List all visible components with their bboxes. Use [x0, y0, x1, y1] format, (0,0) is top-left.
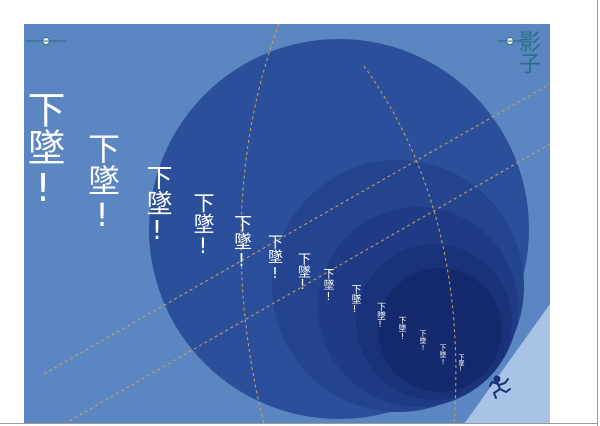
- page-edge-right: [597, 0, 598, 426]
- fall-text-2: 下墜!: [83, 132, 121, 234]
- fall-text-5: 下墜!: [231, 214, 252, 271]
- circle-small: [378, 268, 502, 392]
- fall-text-6: 下墜!: [266, 234, 284, 282]
- page-edge-bottom: [0, 423, 598, 424]
- fall-text-1: 下墜!: [24, 90, 65, 210]
- fall-text-7: 下墜!: [295, 252, 310, 293]
- fall-text-13: 下墜!: [439, 344, 447, 366]
- target-marker-icon: [26, 37, 66, 45]
- fall-text-3: 下墜!: [142, 164, 172, 246]
- poster-title: 影子: [515, 30, 540, 74]
- fall-text-10: 下墜!: [375, 302, 385, 330]
- fall-text-9: 下墜!: [349, 284, 360, 315]
- poster-artwork: 下墜! 下墜! 下墜! 下墜! 下墜! 下墜! 下墜! 下墜! 下墜! 下墜! …: [24, 24, 550, 424]
- poster-page: 下墜! 下墜! 下墜! 下墜! 下墜! 下墜! 下墜! 下墜! 下墜! 下墜! …: [0, 0, 600, 426]
- falling-figure-icon: [489, 375, 511, 399]
- fall-text-14: 下墜!: [457, 354, 464, 373]
- fall-text-12: 下墜!: [419, 330, 427, 352]
- fall-text-4: 下墜!: [191, 192, 215, 258]
- fall-text-11: 下墜!: [398, 316, 407, 341]
- fall-text-8: 下墜!: [322, 268, 335, 303]
